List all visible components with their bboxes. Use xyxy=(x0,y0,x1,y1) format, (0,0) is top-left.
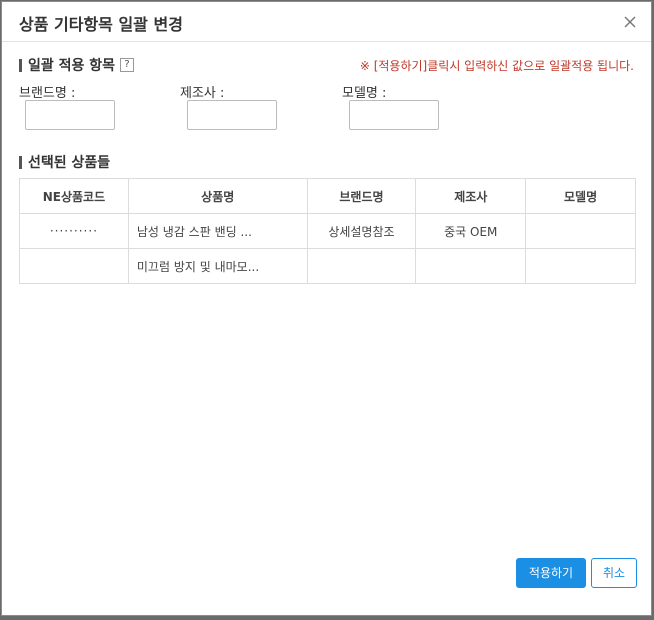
selected-products-table: NE상품코드 상품명 브랜드명 제조사 모델명 ·········· 남성 냉감… xyxy=(19,178,636,284)
column-header-maker: 제조사 xyxy=(415,178,527,214)
help-icon[interactable]: ? xyxy=(120,58,135,72)
cell-name: 미끄럼 방지 및 내마모... xyxy=(127,248,308,284)
apply-button[interactable]: 적용하기 xyxy=(516,558,586,588)
maker-input[interactable] xyxy=(187,100,277,130)
brand-label: 브랜드명 : xyxy=(19,86,76,101)
table-header-row: NE상품코드 상품명 브랜드명 제조사 모델명 xyxy=(19,178,636,214)
cell-code: ·········· xyxy=(19,213,129,249)
cell-model xyxy=(525,248,636,284)
cell-brand xyxy=(306,248,417,284)
cell-brand: 상세설명참조 xyxy=(306,213,417,249)
model-input[interactable] xyxy=(349,100,439,130)
table-row[interactable]: ·········· 남성 냉감 스판 밴딩 ... 상세설명참조 중국 OEM xyxy=(19,213,636,249)
bulk-section-title: 일괄 적용 항목 xyxy=(28,58,116,74)
bulk-section-heading: 일괄 적용 항목 ? xyxy=(19,55,135,75)
model-label: 모델명 : xyxy=(342,86,387,101)
column-header-name: 상품명 xyxy=(127,178,308,214)
bulk-edit-dialog: 상품 기타항목 일괄 변경 일괄 적용 항목 ? ※ [적용하기]클릭시 입력하… xyxy=(1,1,652,616)
column-header-brand: 브랜드명 xyxy=(306,178,417,214)
column-header-model: 모델명 xyxy=(525,178,636,214)
cell-model xyxy=(525,213,636,249)
cell-maker xyxy=(415,248,527,284)
cell-maker: 중국 OEM xyxy=(415,213,527,249)
table-row[interactable]: 미끄럼 방지 및 내마모... xyxy=(19,248,636,284)
section-bar xyxy=(19,155,22,169)
dialog-header: 상품 기타항목 일괄 변경 xyxy=(2,2,651,42)
dialog-title: 상품 기타항목 일괄 변경 xyxy=(19,15,183,34)
cell-name: 남성 냉감 스판 밴딩 ... xyxy=(127,213,308,249)
close-icon[interactable] xyxy=(623,15,637,29)
section-bar xyxy=(19,58,22,72)
cancel-button[interactable]: 취소 xyxy=(591,558,637,588)
apply-notice: ※ [적용하기]클릭시 입력하신 값으로 일괄적용 됩니다. xyxy=(359,59,634,73)
selected-section-title: 선택된 상품들 xyxy=(28,155,111,171)
column-header-code: NE상품코드 xyxy=(19,178,129,214)
cell-code xyxy=(19,248,129,284)
brand-input[interactable] xyxy=(25,100,115,130)
maker-label: 제조사 : xyxy=(180,86,225,101)
selected-section-heading: 선택된 상품들 xyxy=(19,152,110,172)
